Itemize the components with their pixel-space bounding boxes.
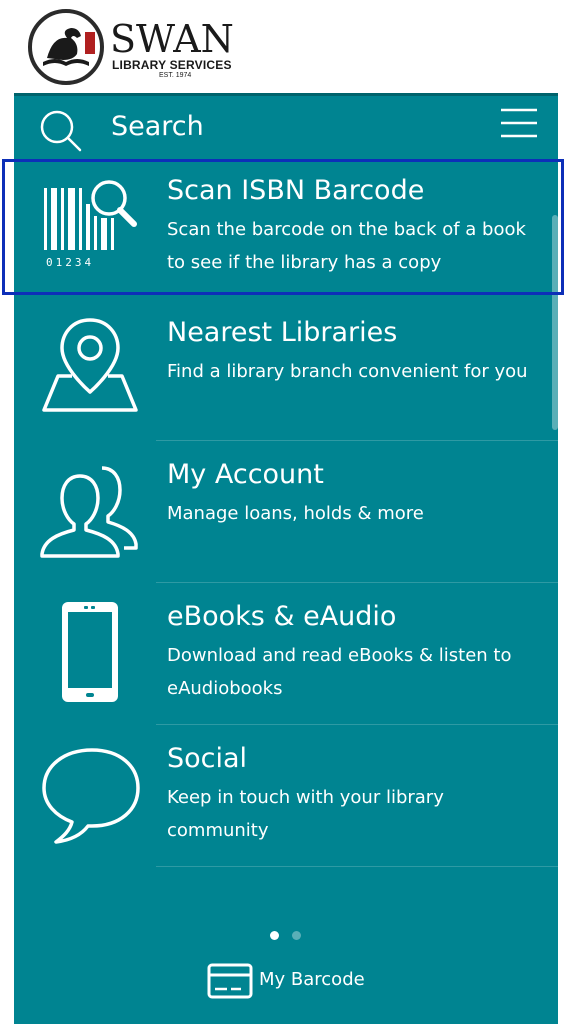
hamburger-menu-icon[interactable]	[500, 106, 538, 140]
menu-item-title: eBooks & eAudio	[167, 601, 397, 632]
menu-item-nearest-libraries[interactable]: Nearest Libraries Find a library branch …	[14, 302, 558, 444]
phone-icon	[62, 602, 118, 702]
menu-item-description: Find a library branch convenient for you	[167, 361, 528, 382]
menu-item-social[interactable]: Social Keep in touch with your library c…	[14, 728, 558, 870]
menu-item-description: Scan the barcode on the back of a book t…	[167, 219, 526, 273]
search-bar[interactable]: Search	[14, 96, 558, 160]
search-label[interactable]: Search	[111, 110, 204, 144]
menu-item-title: Nearest Libraries	[167, 317, 398, 348]
page-dot-active[interactable]	[270, 931, 279, 940]
menu-item-my-account[interactable]: My Account Manage loans, holds & more	[14, 444, 558, 586]
item-divider	[156, 866, 558, 867]
logo-header: SWAN LIBRARY SERVICES EST. 1974	[14, 0, 558, 93]
menu-item-ebooks-eaudio[interactable]: eBooks & eAudio Download and read eBooks…	[14, 586, 558, 728]
logo-established: EST. 1974	[159, 72, 192, 79]
card-icon	[207, 963, 253, 999]
swan-logo-icon	[28, 9, 104, 85]
scrollbar[interactable]	[552, 215, 558, 430]
my-barcode-label[interactable]: My Barcode	[259, 969, 365, 991]
menu-item-title: My Account	[167, 459, 324, 490]
my-barcode-button[interactable]: My Barcode	[207, 961, 387, 1001]
page-dot-inactive[interactable]	[292, 931, 301, 940]
logo-subtitle: LIBRARY SERVICES	[112, 58, 232, 72]
barcode-digits: 01234	[46, 256, 95, 269]
item-divider	[156, 582, 558, 583]
menu-item-scan-isbn[interactable]: Scan ISBN Barcode Scan the barcode on th…	[14, 160, 558, 302]
users-icon	[40, 466, 138, 558]
item-divider	[156, 440, 558, 441]
item-divider	[156, 724, 558, 725]
menu-item-title: Social	[167, 743, 248, 774]
app-screen: SWAN LIBRARY SERVICES EST. 1974 Search S…	[14, 0, 558, 1024]
menu-item-description: Keep in touch with your library communit…	[167, 787, 444, 841]
map-pin-icon	[42, 318, 138, 412]
page-indicator	[270, 931, 310, 941]
menu-item-description: Manage loans, holds & more	[167, 503, 424, 524]
menu-item-description: Download and read eBooks & listen to eAu…	[167, 645, 512, 699]
speech-bubble-icon	[42, 748, 140, 844]
logo-wordmark: SWAN	[110, 17, 234, 61]
search-icon[interactable]	[38, 108, 82, 152]
menu-item-title: Scan ISBN Barcode	[167, 175, 425, 206]
